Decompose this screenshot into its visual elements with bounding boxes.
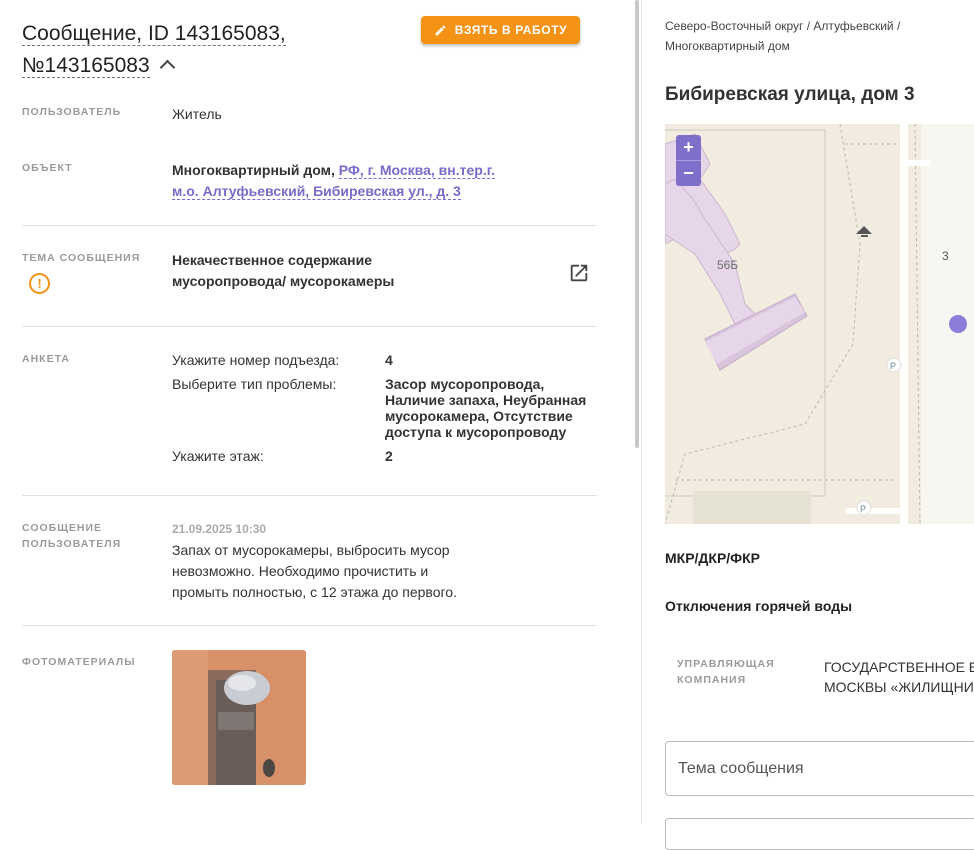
object-value: Многоквартирный дом, РФ, г. Москва, вн.т… <box>172 160 517 202</box>
management-company-value: ГОСУДАРСТВЕННОЕ БК МОСКВЫ «ЖИЛИЩНИК <box>824 657 974 697</box>
warning-icon: ! <box>29 273 50 294</box>
form-answer: Засор мусоропровода, Наличие запаха, Неу… <box>385 376 587 440</box>
form-question: Укажите этаж: <box>172 448 264 464</box>
take-to-work-button[interactable]: ВЗЯТЬ В РАБОТУ <box>421 16 580 44</box>
pencil-icon <box>435 25 446 35</box>
divider <box>22 225 597 226</box>
message-label-line-1: СООБЩЕНИЕ <box>22 522 103 534</box>
panel-divider <box>641 0 642 824</box>
management-company-line-2: МОСКВЫ «ЖИЛИЩНИК <box>824 679 974 695</box>
form-answer: 4 <box>385 352 393 368</box>
form-answer: 2 <box>385 448 393 464</box>
scrollbar[interactable] <box>635 0 639 448</box>
topic-label: ТЕМА СООБЩЕНИЯ <box>22 252 141 264</box>
title-line-2: №143165083 <box>22 54 150 78</box>
address-title: Бибиревская улица, дом 3 <box>665 84 915 105</box>
user-value: Житель <box>172 106 222 122</box>
management-company-label-line-1: УПРАВЛЯЮЩАЯ <box>677 658 775 670</box>
user-label: ПОЛЬЗОВАТЕЛЬ <box>22 106 122 118</box>
next-field[interactable] <box>665 818 974 850</box>
svg-text:P: P <box>860 504 866 514</box>
object-type: Многоквартирный дом, <box>172 162 335 178</box>
map-zoom-controls: + − <box>676 135 701 186</box>
open-external-icon[interactable] <box>568 262 590 284</box>
page-title: Сообщение, ID 143165083, №143165083 <box>22 18 402 82</box>
management-company-label: УПРАВЛЯЮЩАЯ КОМПАНИЯ <box>677 656 775 688</box>
chevron-up-icon[interactable] <box>159 59 175 76</box>
divider <box>22 326 597 327</box>
title-line-1: Сообщение, ID 143165083, <box>22 22 286 46</box>
house-number-label: 3 <box>942 249 949 263</box>
topic-value: Некачественное содержание мусоропровода/… <box>172 252 395 289</box>
management-company-line-1: ГОСУДАРСТВЕННОЕ БК <box>824 659 974 675</box>
photo-image <box>172 650 306 785</box>
take-to-work-label: ВЗЯТЬ В РАБОТУ <box>454 23 568 37</box>
message-text: Запах от мусорокамеры, выбросить мусор н… <box>172 542 457 600</box>
map-canvas: 56Б 3 P P <box>665 124 974 524</box>
message-label: СООБЩЕНИЕ ПОЛЬЗОВАТЕЛЯ <box>22 520 121 552</box>
breadcrumb: Северо-Восточный округ / Алтуфьевский / … <box>665 19 901 53</box>
zoom-in-button[interactable]: + <box>676 135 701 160</box>
message-date: 21.09.2025 10:30 <box>172 522 267 536</box>
hot-water-label: Отключения горячей воды <box>665 598 853 614</box>
divider <box>22 495 597 496</box>
photo-thumbnail[interactable] <box>172 650 306 785</box>
form-question: Укажите номер подъезда: <box>172 352 340 368</box>
message-details-panel: Сообщение, ID 143165083, №143165083 ВЗЯТ… <box>0 0 632 824</box>
object-label: ОБЪЕКТ <box>22 162 73 174</box>
topic-field <box>665 741 974 796</box>
message-label-line-2: ПОЛЬЗОВАТЕЛЯ <box>22 538 122 550</box>
zoom-out-button[interactable]: − <box>676 161 701 186</box>
topic-input[interactable] <box>666 742 974 795</box>
photos-label: ФОТОМАТЕРИАЛЫ <box>22 656 136 668</box>
form-label: АНКЕТА <box>22 353 70 365</box>
divider <box>22 625 597 626</box>
svg-text:P: P <box>890 361 896 371</box>
form-question: Выберите тип проблемы: <box>172 376 337 392</box>
mkr-label: МКР/ДКР/ФКР <box>665 550 761 566</box>
location-marker <box>949 315 967 333</box>
map[interactable]: 56Б 3 P P <box>665 124 974 524</box>
management-company-label-line-2: КОМПАНИЯ <box>677 674 747 686</box>
building-label: 56Б <box>717 258 738 272</box>
